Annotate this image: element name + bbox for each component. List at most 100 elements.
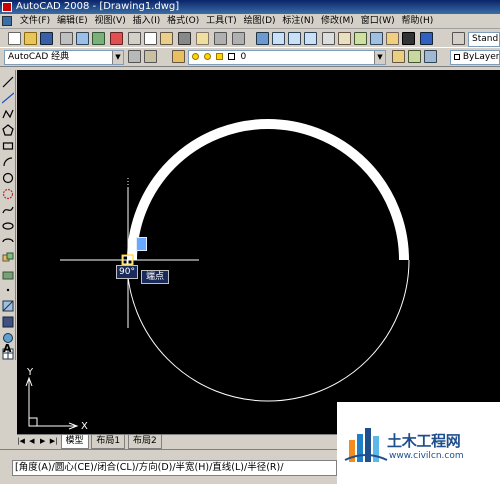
polyline-icon[interactable] <box>2 108 14 120</box>
undo-icon[interactable] <box>214 32 227 45</box>
markup-icon[interactable] <box>386 32 399 45</box>
make-block-icon[interactable] <box>2 268 14 280</box>
document-icon[interactable] <box>2 15 12 26</box>
workspace-value: AutoCAD 经典 <box>8 52 70 62</box>
design-center-icon[interactable] <box>338 32 351 45</box>
zoom-window-icon[interactable] <box>288 32 301 45</box>
last-tab-button[interactable]: ▶| <box>50 435 58 448</box>
new-file-icon[interactable] <box>8 32 21 45</box>
ellipse-arc-icon[interactable] <box>2 236 14 248</box>
color-control-select[interactable]: ByLayer <box>450 50 500 65</box>
layer-color-icon <box>227 53 235 60</box>
hatch-icon[interactable] <box>2 300 14 312</box>
layer-select[interactable]: 0 ▼ <box>188 50 386 65</box>
menu-help[interactable]: 帮助(H) <box>400 14 436 29</box>
ucs-y-label: Y <box>26 367 34 378</box>
match-properties-icon[interactable] <box>178 32 191 45</box>
command-line-text[interactable]: [角度(A)/圆心(CE)/闭合(CL)/方向(D)/半宽(H)/直线(L)/半… <box>12 460 337 476</box>
menu-insert[interactable]: 插入(I) <box>131 14 163 29</box>
menu-bar: 文件(F) 编辑(E) 视图(V) 插入(I) 格式(O) 工具(T) 绘图(D… <box>0 14 500 29</box>
rectangle-icon[interactable] <box>2 140 14 152</box>
zoom-realtime-icon[interactable] <box>272 32 285 45</box>
watermark-brand: 土木工程网 <box>387 432 461 450</box>
zoom-previous-icon[interactable] <box>304 32 317 45</box>
chevron-down-icon: ▼ <box>112 51 123 64</box>
insert-block-icon[interactable] <box>2 252 14 264</box>
menu-format[interactable]: 格式(O) <box>165 14 201 29</box>
text-style-value: Stand <box>472 34 499 44</box>
standard-toolbar: Stand <box>0 30 500 48</box>
watermark-url: www.civilcn.com <box>389 451 464 461</box>
arc-thick-upper <box>127 119 409 261</box>
plot-icon[interactable] <box>110 32 123 45</box>
help-icon[interactable] <box>420 32 433 45</box>
ellipse-icon[interactable] <box>2 220 14 232</box>
menu-dimension[interactable]: 标注(N) <box>280 14 316 29</box>
layer-states-icon[interactable] <box>424 50 437 63</box>
layer-manager-icon[interactable] <box>172 50 185 63</box>
window-title: AutoCAD 2008 - [Drawing1.dwg] <box>16 1 180 12</box>
open-file-icon[interactable] <box>24 32 37 45</box>
multiline-text-icon[interactable]: A <box>3 342 12 355</box>
redo-icon[interactable] <box>232 32 245 45</box>
menu-draw[interactable]: 绘图(D) <box>242 14 278 29</box>
properties-icon[interactable] <box>322 32 335 45</box>
cut-icon[interactable] <box>128 32 141 45</box>
polar-angle-tooltip: 90° <box>116 265 138 279</box>
paste-icon[interactable] <box>160 32 173 45</box>
circle-icon[interactable] <box>2 172 14 184</box>
make-current-layer-icon[interactable] <box>392 50 405 63</box>
pan-icon[interactable] <box>256 32 269 45</box>
print-icon[interactable] <box>60 32 73 45</box>
next-tab-button[interactable]: ▶ <box>39 435 47 448</box>
point-icon[interactable] <box>2 284 14 296</box>
layers-toolbar: AutoCAD 经典 ▼ 0 ▼ ByLayer <box>0 48 500 67</box>
construction-line-icon[interactable] <box>2 92 14 104</box>
tab-layout1[interactable]: 布局1 <box>91 435 126 449</box>
save-icon[interactable] <box>40 32 53 45</box>
menu-window[interactable]: 窗口(W) <box>359 14 397 29</box>
first-tab-button[interactable]: |◀ <box>17 435 25 448</box>
layer-value: 0 <box>240 52 247 62</box>
menu-modify[interactable]: 修改(M) <box>319 14 356 29</box>
publish-icon[interactable] <box>92 32 105 45</box>
layout-tabs: |◀ ◀ ▶ ▶| 模型 布局1 布局2 <box>17 434 337 449</box>
sheet-set-icon[interactable] <box>370 32 383 45</box>
chevron-down-icon: ▼ <box>374 51 385 64</box>
print-preview-icon[interactable] <box>76 32 89 45</box>
autocad-app-icon[interactable] <box>2 2 12 12</box>
menu-tools[interactable]: 工具(T) <box>204 14 239 29</box>
workspace-select[interactable]: AutoCAD 经典 ▼ <box>4 50 124 65</box>
block-editor-icon[interactable] <box>196 32 209 45</box>
tool-palettes-icon[interactable] <box>354 32 367 45</box>
drawing-svg: Y X <box>25 119 410 432</box>
layer-lock-icon <box>215 53 223 60</box>
layer-freeze-icon <box>203 53 211 60</box>
spline-icon[interactable] <box>2 204 14 216</box>
menu-file[interactable]: 文件(F) <box>18 14 52 29</box>
arc-icon[interactable] <box>2 156 14 168</box>
polygon-icon[interactable] <box>2 124 14 136</box>
line-icon[interactable] <box>2 76 14 88</box>
copy-icon[interactable] <box>144 32 157 45</box>
calculator-icon[interactable] <box>402 32 415 45</box>
menu-edit[interactable]: 编辑(E) <box>55 14 90 29</box>
arc-thin-lower <box>126 259 410 402</box>
title-bar: AutoCAD 2008 - [Drawing1.dwg] <box>0 0 500 14</box>
autocad-window: AutoCAD 2008 - [Drawing1.dwg] 文件(F) 编辑(E… <box>0 0 500 484</box>
gradient-icon[interactable] <box>2 316 14 328</box>
prev-tab-button[interactable]: ◀ <box>28 435 36 448</box>
drawing-canvas[interactable]: Y X 90° 端点 <box>17 70 500 434</box>
workspace-settings-icon[interactable] <box>128 50 141 63</box>
endpoint-snap-tooltip: 端点 <box>141 270 169 284</box>
revision-cloud-icon[interactable] <box>2 188 14 200</box>
menu-view[interactable]: 视图(V) <box>93 14 128 29</box>
layer-previous-icon[interactable] <box>408 50 421 63</box>
text-style-select[interactable]: Stand <box>468 32 500 47</box>
text-style-icon[interactable] <box>452 32 465 45</box>
tab-layout2[interactable]: 布局2 <box>128 435 162 449</box>
site-watermark: 土木工程网 www.civilcn.com <box>337 402 500 484</box>
color-swatch-icon <box>454 53 460 60</box>
tab-model[interactable]: 模型 <box>60 435 89 449</box>
save-workspace-icon[interactable] <box>144 50 157 63</box>
